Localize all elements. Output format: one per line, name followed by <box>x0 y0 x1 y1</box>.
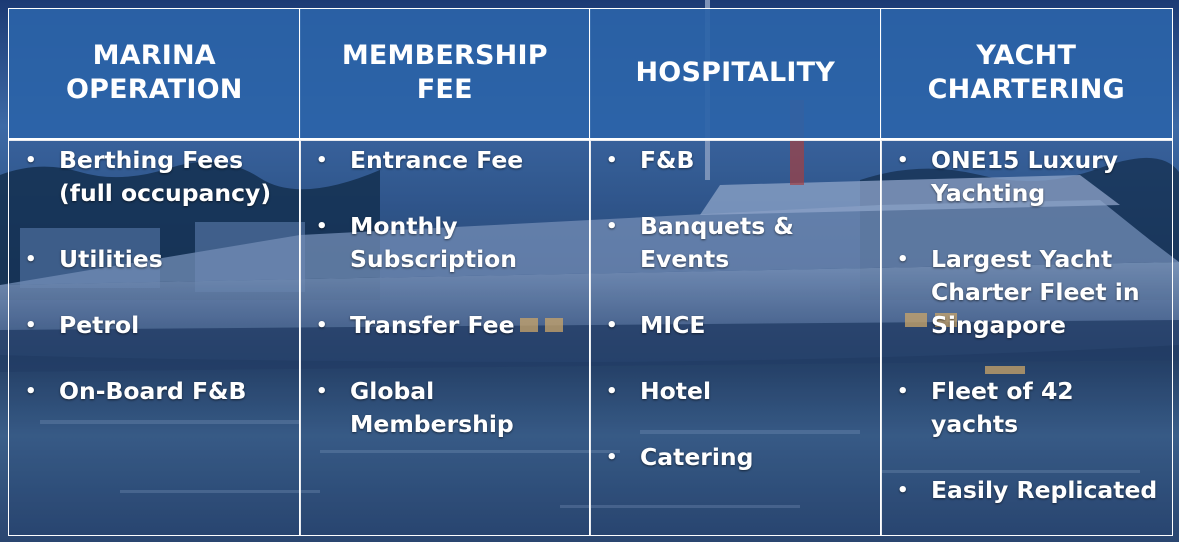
list-item: • Utilities <box>9 243 300 276</box>
header-line: MEMBERSHIP <box>341 40 548 72</box>
list-item: • ONE15 Luxury Yachting <box>881 144 1172 210</box>
list-item-text: Berthing Fees (full occupancy) <box>59 146 272 207</box>
list-item: • Berthing Fees (full occupancy) <box>9 144 300 210</box>
list-item: • Petrol <box>9 309 300 342</box>
header-line: CHARTERING <box>927 74 1125 106</box>
header-line: FEE <box>416 74 473 106</box>
list-item-text: Easily Replicated <box>931 476 1158 504</box>
list-item: • MICE <box>590 309 881 342</box>
bullet-icon: • <box>897 150 909 171</box>
bullet-icon: • <box>25 315 37 336</box>
bullet-list: • Entrance Fee • Monthly Subscription • Tra… <box>300 144 590 441</box>
bullet-icon: • <box>316 150 328 171</box>
bullet-icon: • <box>606 150 618 171</box>
list-item-text: MICE <box>640 311 706 339</box>
list-item-text: Utilities <box>59 245 163 273</box>
list-item-text: On-Board F&B <box>59 377 247 405</box>
list-item: • Transfer Fee <box>300 309 590 342</box>
list-item: • Banquets & Events <box>590 210 881 276</box>
bullet-icon: • <box>25 150 37 171</box>
column-yacht-chartering: • ONE15 Luxury Yachting • Largest Yacht Ch… <box>880 139 1173 536</box>
bullet-icon: • <box>897 381 909 402</box>
list-item-text: Hotel <box>640 377 712 405</box>
bullet-list: • F&B • Banquets & Events • MICE • Hotel • Ca… <box>590 144 881 474</box>
list-item-text: Transfer Fee <box>350 311 515 339</box>
list-item-text: Monthly Subscription <box>350 212 518 273</box>
header-yacht-chartering: YACHT CHARTERING <box>880 8 1173 141</box>
list-item-text: Fleet of 42 yachts <box>931 377 1074 438</box>
bullet-icon: • <box>606 216 618 237</box>
header-line: OPERATION <box>65 74 243 106</box>
list-item-text: Banquets & Events <box>640 212 794 273</box>
header-line: YACHT <box>976 40 1077 72</box>
list-item: • Fleet of 42 yachts <box>881 375 1172 441</box>
slide: MARINA OPERATION MEMBERSHIP FEE HOSPITAL… <box>0 0 1179 542</box>
list-item: • On-Board F&B <box>9 375 300 408</box>
column-hospitality: • F&B • Banquets & Events • MICE • Hotel • Ca… <box>589 139 882 536</box>
bullet-icon: • <box>897 480 909 501</box>
list-item-text: Catering <box>640 443 754 471</box>
bullet-icon: • <box>316 315 328 336</box>
column-membership-fee: • Entrance Fee • Monthly Subscription • Tra… <box>299 139 591 536</box>
bullet-list: • ONE15 Luxury Yachting • Largest Yacht Ch… <box>881 144 1172 507</box>
bullet-list: • Berthing Fees (full occupancy) • Utiliti… <box>9 144 300 408</box>
list-item: • Monthly Subscription <box>300 210 590 276</box>
list-item-text: F&B <box>640 146 695 174</box>
list-item: • Global Membership <box>300 375 590 441</box>
list-item: • Easily Replicated <box>881 474 1172 507</box>
bullet-icon: • <box>316 216 328 237</box>
bullet-icon: • <box>606 315 618 336</box>
list-item: • Catering <box>590 441 881 474</box>
list-item-text: Entrance Fee <box>350 146 524 174</box>
bullet-icon: • <box>316 381 328 402</box>
list-item: • Largest Yacht Charter Fleet in Singapor… <box>881 243 1172 342</box>
header-hospitality: HOSPITALITY <box>589 8 882 141</box>
list-item: • Hotel <box>590 375 881 408</box>
header-marina-operation: MARINA OPERATION <box>8 8 301 141</box>
header-membership-fee: MEMBERSHIP FEE <box>299 8 591 141</box>
list-item: • Entrance Fee <box>300 144 590 177</box>
column-marina-operation: • Berthing Fees (full occupancy) • Utiliti… <box>8 139 301 536</box>
bullet-icon: • <box>606 381 618 402</box>
list-item-text: ONE15 Luxury Yachting <box>931 146 1119 207</box>
bullet-icon: • <box>25 381 37 402</box>
bullet-icon: • <box>25 249 37 270</box>
list-item-text: Global Membership <box>350 377 514 438</box>
header-line: MARINA <box>92 40 216 72</box>
bullet-icon: • <box>897 249 909 270</box>
header-line: HOSPITALITY <box>635 57 835 89</box>
list-item: • F&B <box>590 144 881 177</box>
bullet-icon: • <box>606 447 618 468</box>
list-item-text: Petrol <box>59 311 140 339</box>
revenue-streams-table: MARINA OPERATION MEMBERSHIP FEE HOSPITAL… <box>8 8 1173 536</box>
list-item-text: Largest Yacht Charter Fleet in Singapore <box>931 245 1140 339</box>
